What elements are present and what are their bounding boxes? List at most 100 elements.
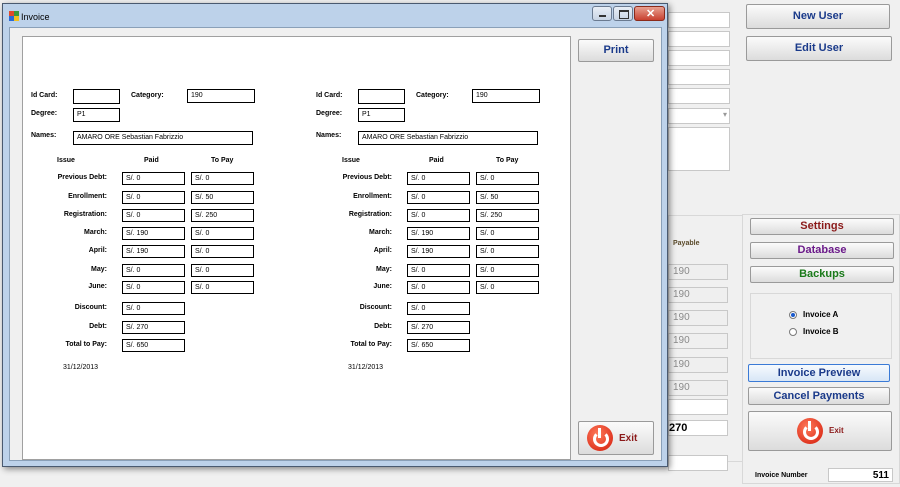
id-card-field (358, 89, 405, 104)
total-label: Total to Pay: (65, 341, 107, 348)
minimize-icon (599, 15, 606, 17)
row-label: May: (376, 266, 392, 273)
row-label: April: (373, 247, 392, 254)
radio-invoice-a[interactable]: Invoice A (789, 310, 838, 319)
invoice-date: 31/12/2013 (348, 364, 384, 371)
invoice-b-label: Invoice B (803, 327, 839, 336)
new-user-button[interactable]: New User (746, 4, 890, 29)
row-label: March: (84, 229, 107, 236)
discount-label: Discount: (359, 304, 392, 311)
invoice-preview-button[interactable]: Invoice Preview (748, 364, 890, 382)
row-label: June: (88, 283, 107, 290)
row-topay-field: S/. 250 (191, 209, 254, 222)
row-paid-field: S/. 190 (122, 245, 185, 258)
chevron-down-icon: ▾ (722, 110, 727, 119)
main-exit-button[interactable]: Exit (748, 411, 892, 451)
bg-field-2[interactable] (668, 31, 730, 47)
backups-button[interactable]: Backups (750, 266, 894, 283)
row-paid-field: S/. 190 (407, 227, 470, 240)
category-field: 190 (472, 89, 540, 103)
topay-header: To Pay (211, 157, 234, 164)
row-topay-field: S/. 0 (476, 227, 539, 240)
bg-field-low[interactable] (668, 455, 728, 471)
right-value-field: 270 (668, 420, 728, 436)
names-field: AMARO ORE Sebastian Fabrizzio (358, 131, 538, 145)
row-paid-field: S/. 0 (122, 281, 185, 294)
row-topay-field: S/. 0 (191, 172, 254, 185)
settings-button[interactable]: Settings (750, 218, 894, 235)
invoice-a-label: Invoice A (803, 310, 839, 319)
category-field: 190 (187, 89, 255, 103)
row-label: April: (88, 247, 107, 254)
paid-header: Paid (429, 157, 444, 164)
row-paid-field: S/. 0 (122, 209, 185, 222)
invoice-copy-b: Id Card: Category: 190 Degree: P1 Names:… (308, 37, 570, 457)
row-paid-field: S/. 0 (407, 172, 470, 185)
row-label: Previous Debt: (342, 174, 392, 181)
total-label: Total to Pay: (350, 341, 392, 348)
row-paid-field: S/. 0 (407, 191, 470, 204)
names-label: Names: (316, 132, 342, 139)
row-topay-field: S/. 0 (476, 172, 539, 185)
row-label: Previous Debt: (57, 174, 107, 181)
invoice-preview-panel: Id Card: Category: 190 Degree: P1 Names:… (22, 36, 571, 460)
row-topay-field: S/. 0 (191, 227, 254, 240)
bg-field-4[interactable] (668, 69, 730, 85)
minimize-button[interactable] (592, 6, 612, 21)
invoice-copy-a: Id Card: Category: 190 Degree: P1 Names:… (23, 37, 303, 457)
bg-field-1[interactable] (668, 12, 730, 28)
row-label: Enrollment: (68, 193, 107, 200)
row-paid-field: S/. 0 (407, 281, 470, 294)
exit-label: Exit (619, 433, 638, 444)
paid-header: Paid (144, 157, 159, 164)
row-paid-field: S/. 190 (407, 245, 470, 258)
print-button[interactable]: Print (578, 39, 654, 62)
row-topay-field: S/. 0 (191, 264, 254, 277)
degree-field: P1 (73, 108, 120, 122)
row-paid-field: S/. 0 (122, 191, 185, 204)
total-field: S/. 650 (407, 339, 470, 352)
row-topay-field: S/. 0 (191, 245, 254, 258)
debt-label: Debt: (89, 323, 107, 330)
row-topay-field: S/. 50 (476, 191, 539, 204)
id-card-field (73, 89, 120, 104)
issue-header: Issue (342, 157, 360, 164)
debt-label: Debt: (374, 323, 392, 330)
discount-field: S/. 0 (122, 302, 185, 315)
maximize-icon (619, 10, 629, 19)
bg-field-3[interactable] (668, 50, 730, 66)
debt-field: S/. 270 (122, 321, 185, 334)
issue-header: Issue (57, 157, 75, 164)
row-paid-field: S/. 0 (407, 264, 470, 277)
invoice-window: Invoice ✕ Id Card: Category: 190 Degree:… (2, 3, 668, 467)
category-label: Category: (131, 92, 164, 99)
bg-dropdown[interactable]: ▾ (668, 108, 730, 124)
radio-selected-icon (789, 310, 797, 319)
bg-textarea[interactable] (668, 127, 730, 171)
invoice-app-icon (9, 11, 19, 21)
radio-invoice-b[interactable]: Invoice B (789, 327, 839, 336)
invoice-client-area: Id Card: Category: 190 Degree: P1 Names:… (9, 27, 662, 461)
bg-field-mid[interactable] (668, 399, 728, 415)
row-topay-field: S/. 50 (191, 191, 254, 204)
power-icon (797, 418, 823, 444)
power-icon (587, 425, 613, 451)
row-paid-field: S/. 0 (122, 172, 185, 185)
maximize-button[interactable] (613, 6, 633, 21)
bg-field-5[interactable] (668, 88, 730, 104)
payable-field-2: 190 (668, 287, 728, 303)
degree-field: P1 (358, 108, 405, 122)
window-title: Invoice (21, 12, 50, 22)
payable-field-6: 190 (668, 380, 728, 396)
cancel-payments-button[interactable]: Cancel Payments (748, 387, 890, 405)
close-button[interactable]: ✕ (634, 6, 665, 21)
edit-user-button[interactable]: Edit User (746, 36, 892, 61)
names-label: Names: (31, 132, 57, 139)
close-icon: ✕ (646, 8, 656, 20)
exit-button[interactable]: Exit (578, 421, 654, 455)
row-label: Registration: (63, 211, 107, 218)
invoice-number-label: Invoice Number (755, 472, 808, 479)
main-exit-label: Exit (829, 426, 844, 435)
invoice-number-field: 511 (828, 468, 893, 482)
database-button[interactable]: Database (750, 242, 894, 259)
